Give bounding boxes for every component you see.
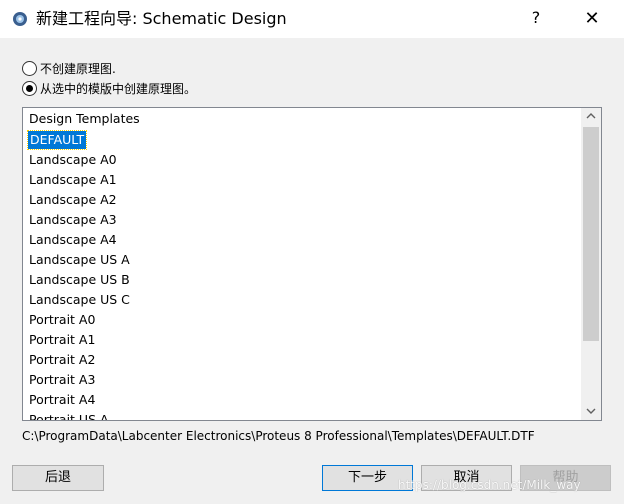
help-icon[interactable]: ? <box>524 6 548 30</box>
list-item[interactable]: Portrait A4 <box>29 391 95 409</box>
scroll-up-icon[interactable] <box>581 108 601 125</box>
app-icon <box>13 12 27 26</box>
from-template-label: 从选中的模版中创建原理图。 <box>40 81 197 96</box>
no-schematic-option[interactable]: 不创建原理图. <box>22 59 116 77</box>
list-header: Design Templates <box>29 111 140 126</box>
list-item[interactable]: Portrait A1 <box>29 331 95 349</box>
list-item[interactable]: Landscape A1 <box>29 171 117 189</box>
list-item[interactable]: Landscape US A <box>29 251 130 269</box>
scroll-thumb[interactable] <box>583 127 599 341</box>
list-item[interactable]: Portrait US A <box>29 411 109 420</box>
list-item[interactable]: Landscape A3 <box>29 211 117 229</box>
window-title: 新建工程向导: Schematic Design <box>36 9 287 28</box>
list-item[interactable]: Portrait A3 <box>29 371 95 389</box>
template-list: Design Templates DEFAULT Landscape A0 La… <box>23 108 581 420</box>
no-schematic-label: 不创建原理图. <box>40 61 116 76</box>
list-item[interactable]: Landscape A0 <box>29 151 117 169</box>
watermark: https://blog.csdn.net/Milk_way <box>398 478 581 492</box>
list-item[interactable]: Portrait A2 <box>29 351 95 369</box>
list-item[interactable]: Landscape A2 <box>29 191 117 209</box>
title-bar: 新建工程向导: Schematic Design ? ✕ <box>0 0 624 38</box>
list-item[interactable]: Landscape US B <box>29 271 130 289</box>
list-item[interactable]: Portrait A0 <box>29 311 95 329</box>
list-item-selected[interactable]: DEFAULT <box>26 130 88 150</box>
close-icon[interactable]: ✕ <box>578 6 606 32</box>
scroll-down-icon[interactable] <box>581 403 601 420</box>
list-item[interactable]: Landscape A4 <box>29 231 117 249</box>
back-button[interactable]: 后退 <box>12 465 104 491</box>
radio-no-schematic[interactable] <box>22 60 37 76</box>
list-item[interactable]: Landscape US C <box>29 291 130 309</box>
template-path: C:\ProgramData\Labcenter Electronics\Pro… <box>22 429 535 443</box>
radio-from-template[interactable] <box>22 80 37 96</box>
from-template-option[interactable]: 从选中的模版中创建原理图。 <box>22 79 196 97</box>
vertical-scrollbar[interactable] <box>581 108 601 420</box>
template-listbox[interactable]: Design Templates DEFAULT Landscape A0 La… <box>22 107 602 421</box>
